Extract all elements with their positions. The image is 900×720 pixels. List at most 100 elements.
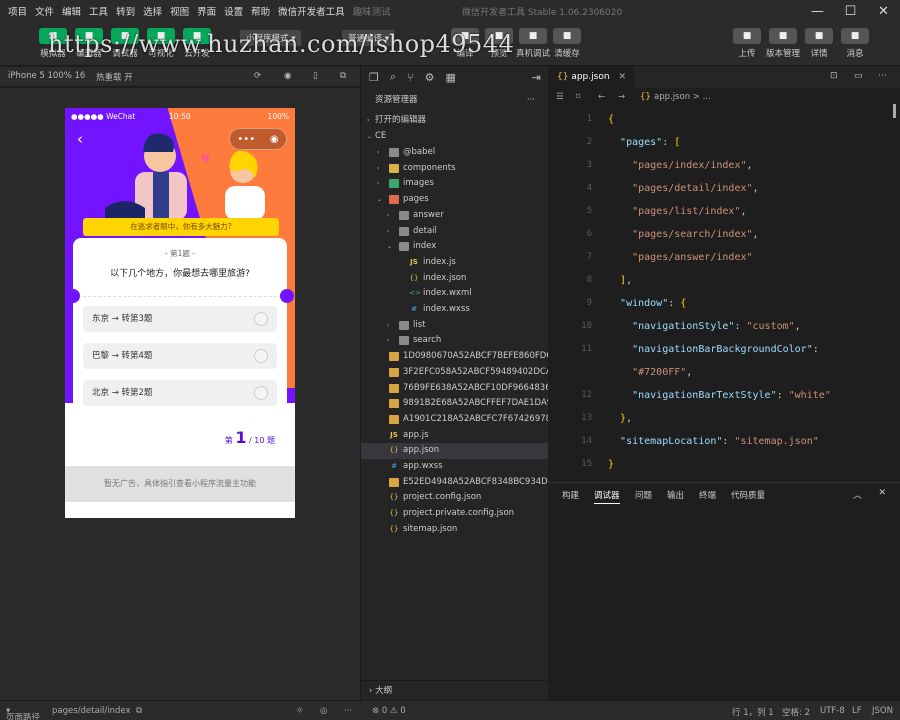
file-item[interactable]: JS app.js bbox=[361, 428, 549, 444]
remote-debug-button[interactable]: ■ 真机调试 bbox=[516, 28, 550, 59]
file-item[interactable]: 76B9FE638A52ABCF10DF9664836... bbox=[361, 381, 559, 397]
project-root[interactable]: ⌄ CE bbox=[361, 129, 549, 145]
eye-icon[interactable]: ◎ bbox=[320, 706, 327, 716]
panel-tab[interactable]: 输出 bbox=[667, 489, 684, 501]
scrollbar[interactable] bbox=[893, 104, 896, 118]
menu-item[interactable]: 设置 bbox=[224, 4, 243, 18]
code-line[interactable]: "pages/detail/index", bbox=[608, 177, 831, 200]
file-item[interactable]: {} app.json bbox=[361, 443, 549, 459]
list-icon[interactable]: ☰ bbox=[556, 88, 564, 106]
back-nav-icon[interactable]: ← bbox=[598, 88, 605, 106]
code-line[interactable]: "pages": [ bbox=[608, 131, 831, 154]
close-icon[interactable]: ✕ bbox=[878, 488, 886, 498]
close-tab-icon[interactable]: ✕ bbox=[618, 66, 626, 88]
more-icon[interactable]: ··· bbox=[878, 71, 887, 81]
tab-app-json[interactable]: {} app.json ✕ bbox=[548, 66, 634, 88]
menu-item[interactable]: 微信开发者工具 bbox=[278, 4, 345, 18]
code-line[interactable]: "window": { bbox=[608, 292, 831, 315]
outline-section[interactable]: › 大纲 bbox=[361, 680, 549, 700]
file-item[interactable]: 9891B2E68A52ABCFFEF7DAE1DA9... bbox=[361, 396, 560, 412]
debug-icon[interactable]: ⚙ bbox=[425, 71, 435, 84]
bookmark-icon[interactable]: ⌑ bbox=[576, 88, 580, 106]
menu-item[interactable]: 帮助 bbox=[251, 4, 270, 18]
layout-icon[interactable]: ▭ bbox=[854, 71, 863, 81]
answer-option[interactable]: 北京 → 转第2题 bbox=[83, 380, 277, 406]
capsule-menu[interactable]: ••• ◉ bbox=[229, 128, 287, 150]
menu-item[interactable]: 编辑 bbox=[62, 4, 81, 18]
panel-tab[interactable]: 问题 bbox=[635, 489, 652, 501]
file-item[interactable]: E52ED4948A52ABCF8348BC934D... bbox=[361, 475, 556, 491]
file-item[interactable]: {} project.private.config.json bbox=[361, 506, 549, 522]
code-line[interactable]: "navigationBarBackgroundColor": bbox=[608, 338, 831, 361]
code-line[interactable]: } bbox=[608, 453, 831, 476]
code-line[interactable]: "pages/index/index", bbox=[608, 154, 831, 177]
files-icon[interactable]: ❐ bbox=[369, 71, 379, 84]
version-button[interactable]: ■ 版本管理 bbox=[766, 28, 800, 59]
source-control-icon[interactable]: ⑂ bbox=[407, 71, 414, 84]
cursor-position[interactable]: 行 1，列 1 bbox=[732, 706, 774, 718]
menu-item[interactable]: 文件 bbox=[35, 4, 54, 18]
answer-option[interactable]: 东京 → 转第3题 bbox=[83, 306, 277, 332]
upload-button[interactable]: ■ 上传 bbox=[730, 28, 764, 59]
menu-item[interactable]: 项目 bbox=[8, 4, 27, 18]
rotate-icon[interactable]: ⟳ bbox=[254, 71, 261, 81]
eol[interactable]: LF bbox=[852, 706, 862, 716]
menu-item[interactable]: 选择 bbox=[143, 4, 162, 18]
stop-icon[interactable]: ◉ bbox=[284, 71, 291, 81]
folder-item[interactable]: ⌄ index bbox=[361, 239, 549, 255]
hot-reload-toggle[interactable]: 热重载 开 bbox=[96, 71, 133, 83]
maximize-icon[interactable]: ☐ bbox=[834, 0, 867, 22]
code-line[interactable]: "pages/list/index", bbox=[608, 200, 831, 223]
panel-tab[interactable]: 构建 bbox=[562, 489, 579, 501]
back-icon[interactable]: ‹ bbox=[77, 130, 83, 148]
popout-icon[interactable]: ⧉ bbox=[340, 71, 346, 81]
panel-tab[interactable]: 代码质量 bbox=[731, 489, 765, 501]
copy-icon[interactable]: ⧉ bbox=[136, 706, 142, 716]
folder-item[interactable]: › list bbox=[361, 318, 549, 334]
file-item[interactable]: 1D0980670A52ABCF7BEFE860FD6... bbox=[361, 349, 560, 365]
collapse-icon[interactable]: ⇥ bbox=[532, 71, 541, 84]
file-item[interactable]: A1901C218A52ABCFC7F67426978... bbox=[361, 412, 559, 428]
code-line[interactable]: ], bbox=[608, 269, 831, 292]
folder-item[interactable]: › components bbox=[361, 161, 549, 177]
clear-cache-button[interactable]: ■ 清缓存 bbox=[550, 28, 584, 59]
folder-item[interactable]: › images bbox=[361, 176, 549, 192]
search-icon[interactable]: ⌕ bbox=[390, 70, 396, 84]
file-item[interactable]: {} index.json bbox=[361, 271, 549, 287]
code-line[interactable]: { bbox=[608, 108, 831, 131]
menu-item[interactable]: 界面 bbox=[197, 4, 216, 18]
folder-item[interactable]: ⌄ pages bbox=[361, 192, 549, 208]
file-item[interactable]: {} sitemap.json bbox=[361, 522, 549, 538]
device-select[interactable]: iPhone 5 100% 16 bbox=[8, 71, 85, 81]
language-mode[interactable]: JSON bbox=[872, 706, 893, 716]
code-line[interactable]: "#7200FF", bbox=[608, 361, 831, 384]
folder-item[interactable]: › answer bbox=[361, 208, 549, 224]
details-button[interactable]: ■ 详情 bbox=[802, 28, 836, 59]
folder-item[interactable]: › search bbox=[361, 333, 549, 349]
code-line[interactable]: "sitemapLocation": "sitemap.json" bbox=[608, 430, 831, 453]
answer-option[interactable]: 巴黎 → 转第4题 bbox=[83, 343, 277, 369]
menu-item[interactable]: 转到 bbox=[116, 4, 135, 18]
bug-icon[interactable]: ☼ bbox=[296, 706, 304, 716]
extensions-icon[interactable]: ▦ bbox=[446, 71, 456, 84]
file-item[interactable]: # app.wxss bbox=[361, 459, 549, 475]
problems-indicator[interactable]: ⊗ 0 ⚠ 0 bbox=[372, 706, 406, 716]
code-editor[interactable]: {} app.json ✕ ⊡ ▭ ··· ☰ ⌑ ← → {} app.json… bbox=[548, 66, 900, 482]
code-line[interactable]: "pages/answer/index" bbox=[608, 246, 831, 269]
indent-setting[interactable]: 空格: 2 bbox=[782, 706, 810, 718]
page-path-label[interactable]: 页面路径 ▾ bbox=[6, 706, 40, 720]
close-mini-icon[interactable]: ◉ bbox=[270, 134, 279, 145]
chevron-up-icon[interactable]: ︿ bbox=[853, 488, 862, 501]
file-item[interactable]: # index.wxss bbox=[361, 302, 549, 318]
minimize-icon[interactable]: — bbox=[801, 0, 834, 22]
code-line[interactable]: "navigationStyle": "custom", bbox=[608, 315, 831, 338]
panel-tab[interactable]: 终端 bbox=[699, 489, 716, 501]
folder-item[interactable]: › detail bbox=[361, 224, 549, 240]
message-button[interactable]: ■ 消息 bbox=[838, 28, 872, 59]
more-icon[interactable]: ··· bbox=[344, 706, 352, 716]
code-line[interactable]: "pages/search/index", bbox=[608, 223, 831, 246]
code-line[interactable]: "navigationBarTextStyle": "white" bbox=[608, 384, 831, 407]
more-icon[interactable]: ··· bbox=[527, 92, 535, 108]
code-content[interactable]: { "pages": [ "pages/index/index", "pages… bbox=[608, 108, 831, 476]
menu-item[interactable]: 工具 bbox=[89, 4, 108, 18]
